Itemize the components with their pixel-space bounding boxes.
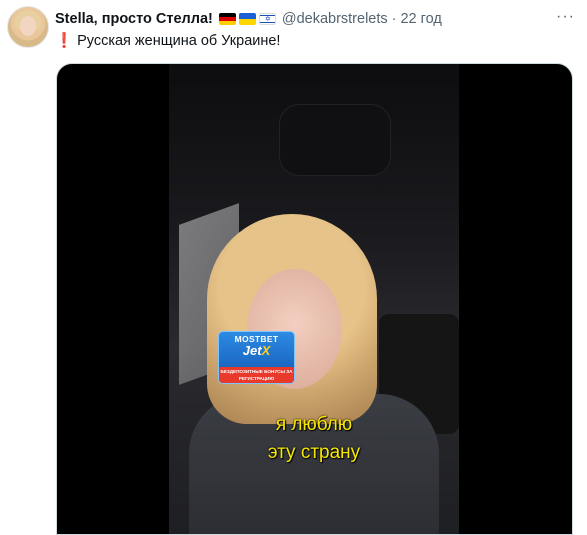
car-sunroof	[279, 104, 391, 176]
video-caption-line1: я люблю	[275, 414, 353, 435]
ad-overlay[interactable]: MOSTBET JetX БЕЗДЕПОЗИТНЫЕ БОНУСЫ ЗА РЕГ…	[218, 331, 295, 384]
author-avatar[interactable]	[7, 6, 49, 48]
avatar-face	[20, 16, 36, 36]
video-caption-line2: эту страну	[267, 442, 361, 463]
tweet: Stella, просто Стелла! ✡ @dekabrstrelets…	[0, 0, 587, 535]
ad-game-prefix: Jet	[242, 343, 262, 358]
video-frame[interactable]: MOSTBET JetX БЕЗДЕПОЗИТНЫЕ БОНУСЫ ЗА РЕГ…	[169, 64, 459, 534]
tweet-timestamp[interactable]: 22 год	[400, 11, 441, 27]
author-handle[interactable]: @dekabrstrelets	[282, 11, 388, 27]
exclamation-icon: ❗	[55, 33, 74, 49]
germany-flag-icon	[218, 13, 236, 25]
ad-game-suffix: X	[261, 343, 271, 358]
author-flags: ✡	[218, 13, 276, 25]
ad-game-logo: JetX	[219, 344, 294, 357]
video-player[interactable]: MOSTBET JetX БЕЗДЕПОЗИТНЫЕ БОНУСЫ ЗА РЕГ…	[56, 63, 573, 535]
ukraine-flag-icon	[238, 13, 256, 25]
separator-dot: ·	[391, 11, 397, 27]
israel-flag-icon: ✡	[258, 13, 276, 25]
tweet-text-body: Русская женщина об Украине!	[77, 33, 281, 49]
more-options-icon[interactable]: ···	[556, 8, 575, 26]
tweet-text: ❗ Русская женщина об Украине!	[55, 32, 280, 49]
tweet-header: Stella, просто Стелла! ✡ @dekabrstrelets…	[55, 9, 580, 29]
ad-promo-text: БЕЗДЕПОЗИТНЫЕ БОНУСЫ ЗА РЕГИСТРАЦИЮ	[219, 367, 294, 383]
author-name[interactable]: Stella, просто Стелла!	[55, 11, 213, 27]
